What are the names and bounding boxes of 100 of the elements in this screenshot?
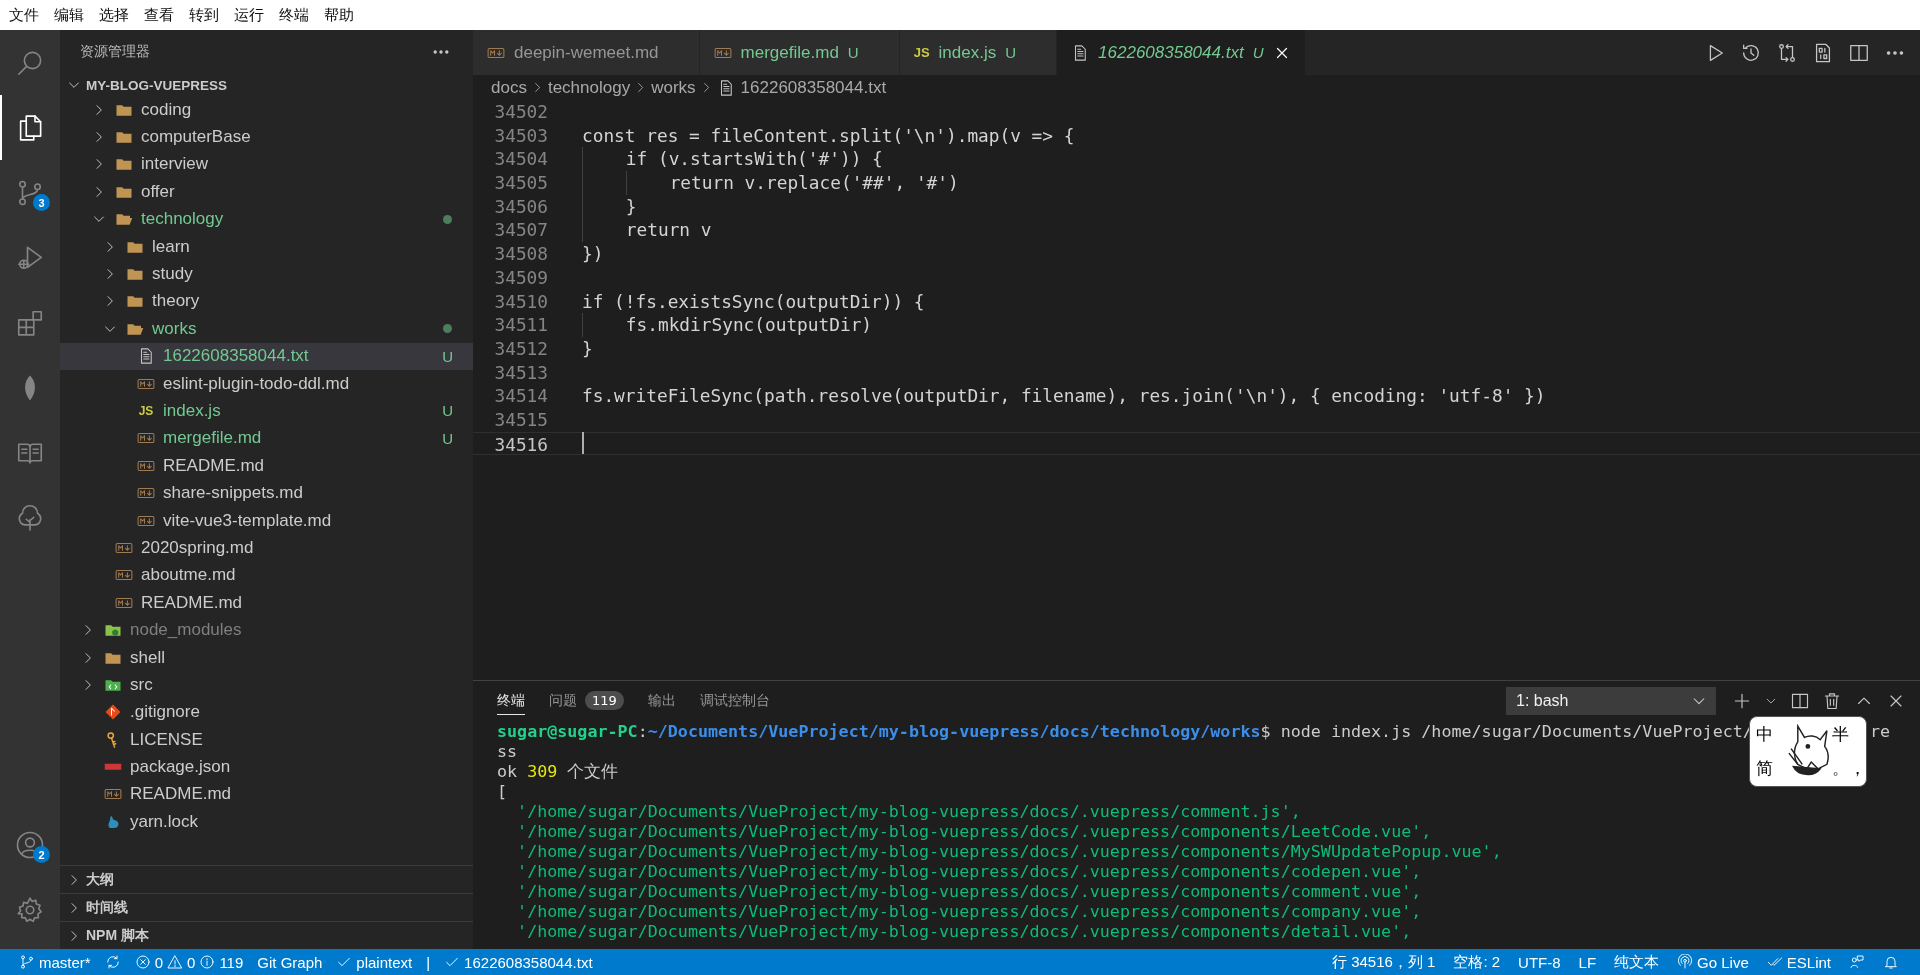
trash-icon[interactable] (1822, 691, 1842, 711)
terminal-text: '/home/sugar/Documents/VueProject/my-blog-vuepress/docs/.vuepress/comment.js', (516, 801, 1301, 821)
tree-item[interactable]: interview (60, 150, 473, 179)
editor-tab[interactable]: 1622608358044.txt U (1057, 30, 1306, 75)
status-item[interactable]: 1622608358044.txt (437, 949, 600, 975)
tree-item[interactable]: works (60, 315, 473, 343)
breadcrumb-item[interactable]: technology (547, 77, 631, 98)
tree-item[interactable]: yarn.lock (60, 808, 473, 836)
line-number: 34507 (493, 218, 548, 243)
editor-tab[interactable]: mergefile.md U (699, 30, 900, 75)
status-item[interactable]: 空格: 2 (1444, 949, 1510, 975)
editor-tab[interactable]: deepin-wemeet.md (473, 30, 700, 75)
tree-item[interactable]: coding (60, 96, 473, 124)
terminal-dropdown[interactable]: 1: bash (1506, 687, 1716, 715)
script-toggle[interactable]: 简 (1756, 757, 1786, 781)
section-header[interactable]: 时间线 (60, 893, 473, 921)
tree-item[interactable]: 2020spring.md (60, 534, 473, 562)
terminal-text: '/home/sugar/Documents/VueProject/my-blog-vuepress/docs/.vuepress/components/codepen.vue', (516, 861, 1422, 881)
code-line: const res = fileContent.split('\n').map(v => { (582, 123, 1075, 148)
tree-item[interactable]: node_modules (60, 616, 473, 644)
activity-item[interactable]: 2 (0, 812, 60, 877)
tree-item[interactable]: offer (60, 178, 473, 206)
menu-item[interactable]: 文件 (1, 0, 46, 30)
code-line: if (v.startsWith('#')) { (582, 147, 883, 172)
tree-item[interactable]: eslint-plugin-todo-ddl.md (60, 369, 473, 398)
code-line: return v.replace('##', '#') (582, 171, 959, 195)
split-icon[interactable] (1790, 691, 1810, 711)
menu-item[interactable]: 终端 (271, 0, 316, 30)
tree-item[interactable]: 1622608358044.txt U (60, 342, 473, 370)
line-number: 34503 (493, 123, 548, 148)
status-item[interactable]: UTF-8 (1509, 949, 1570, 975)
input-mode-toggle[interactable]: 中 (1756, 722, 1786, 746)
warning-icon (167, 954, 184, 970)
tree-item[interactable]: vite-vue3-template.md (60, 506, 473, 535)
width-toggle[interactable]: 半 (1832, 722, 1866, 746)
code-line: if (!fs.existsSync(outputDir)) { (582, 289, 925, 314)
menu-item[interactable]: 运行 (226, 0, 271, 30)
breadcrumb-item[interactable]: docs (491, 77, 527, 98)
tree-item[interactable]: study (60, 260, 473, 288)
section-header[interactable]: 大纲 (60, 865, 473, 893)
tree-item[interactable]: theory (60, 287, 473, 316)
panel-tab[interactable]: 终端 (497, 687, 525, 715)
menu-item[interactable]: 选择 (91, 0, 136, 30)
code-line: }) (582, 242, 604, 266)
line-number: 34516 (493, 432, 548, 455)
compare-icon[interactable] (1776, 41, 1798, 64)
tree-item[interactable]: computerBase (60, 123, 473, 151)
line-number: 34509 (493, 265, 548, 290)
punctuation-toggle[interactable]: 。， (1832, 757, 1866, 781)
terminal-text: [ (497, 781, 508, 801)
branch-icon (19, 954, 35, 970)
breadcrumb-item[interactable]: works (651, 77, 696, 98)
error-icon (134, 954, 151, 970)
panel-tab[interactable]: 调试控制台 (699, 687, 770, 715)
diamond-icon (104, 703, 122, 722)
status-item[interactable]: 纯文本 (1605, 949, 1669, 975)
plus-icon[interactable] (1732, 691, 1752, 711)
terminal-text: '/home/sugar/Documents/VueProject/my-blog-vuepress/docs/.vuepress/components/company.vue', (516, 901, 1422, 921)
panel-tab[interactable]: 输出 (647, 687, 676, 715)
tree-item[interactable]: .gitignore (60, 698, 473, 726)
tree-item[interactable]: mergefile.md U (60, 424, 473, 453)
tree-item[interactable]: aboutme.md (60, 561, 473, 590)
status-item[interactable]: LF (1569, 949, 1606, 975)
tree-item[interactable]: share-snippets.md (60, 479, 473, 507)
tree-item[interactable]: README.md (60, 589, 473, 617)
tree-item[interactable]: learn (60, 232, 473, 261)
status-item[interactable]: ESLint (1757, 949, 1840, 975)
tree-item[interactable]: technology (60, 205, 473, 233)
activity-item[interactable]: 3 (0, 160, 60, 225)
editor-tab[interactable]: JS index.js U (899, 30, 1058, 75)
status-item[interactable]: Go Live (1668, 949, 1758, 975)
line-number: 34513 (493, 360, 548, 385)
status-item[interactable]: Git Graph (250, 949, 330, 975)
tree-item[interactable]: README.md (60, 452, 473, 480)
menu-item[interactable]: 转到 (181, 0, 226, 30)
status-item[interactable]: master* (12, 949, 98, 975)
menu-item[interactable]: 帮助 (316, 0, 361, 30)
folder-header[interactable]: MY-BLOG-VUEPRESS (60, 74, 473, 96)
tree-item[interactable]: package.json (60, 753, 473, 781)
status-item[interactable]: | (419, 949, 438, 975)
tree-item[interactable]: README.md (60, 780, 473, 809)
status-item[interactable]: plaintext (329, 949, 420, 975)
tree-item[interactable]: LICENSE (60, 726, 473, 754)
line-number: 34511 (493, 313, 548, 337)
status-item[interactable]: 0 0 119 (127, 949, 251, 975)
tree-item[interactable]: shell (60, 643, 473, 672)
breadcrumb-item[interactable]: 1622608358044.txt (716, 77, 887, 98)
panel-tab[interactable]: 问题 119 (549, 687, 624, 715)
tree-item[interactable]: JS index.js U (60, 397, 473, 425)
git-status-letter: U (442, 429, 453, 447)
sync-icon (104, 954, 121, 970)
line-number: 34506 (493, 194, 548, 219)
status-item[interactable]: 行 34516，列 1 (1323, 949, 1445, 975)
line-number: 34505 (493, 171, 548, 195)
menu-item[interactable]: 查看 (136, 0, 181, 30)
terminal-text: re (1869, 721, 1890, 741)
tree-item[interactable]: src (60, 671, 473, 699)
terminal-text: '/home/sugar/Documents/VueProject/my-blog-vuepress/docs/.vuepress/components/MySWUpdatePopup.vue', (516, 841, 1502, 861)
feedback-icon (1849, 954, 1865, 970)
menu-item[interactable]: 编辑 (46, 0, 91, 30)
